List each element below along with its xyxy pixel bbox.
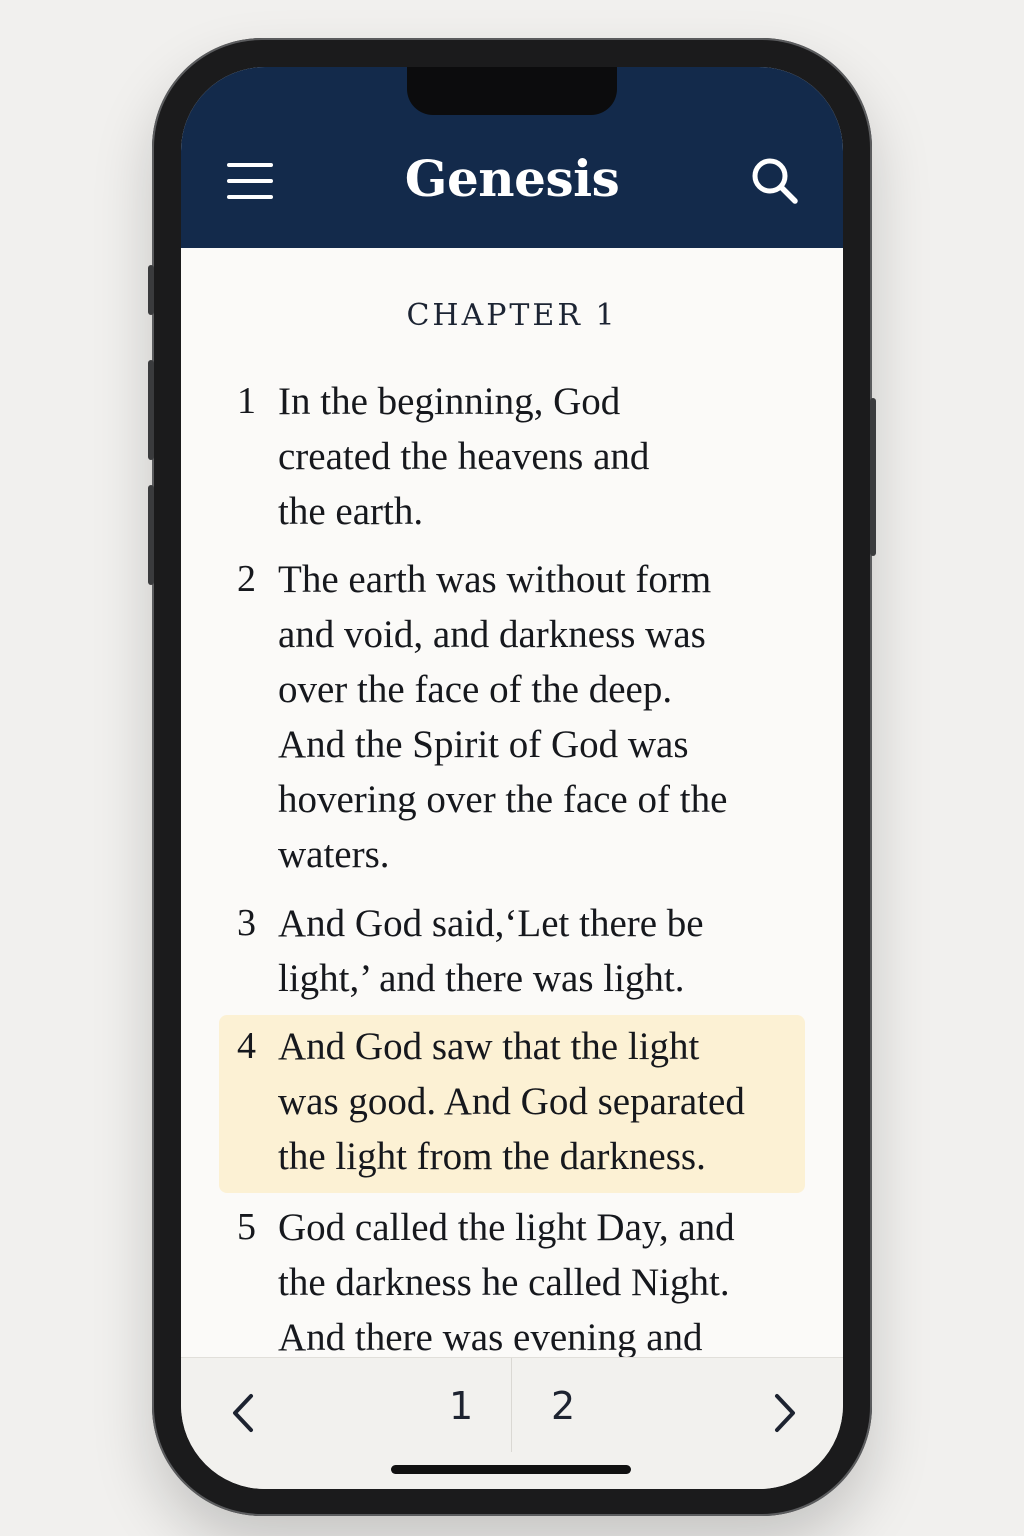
verse-text: And God saw that the light was good. And… <box>278 1025 745 1178</box>
page-divider <box>511 1358 512 1452</box>
book-title: Genesis <box>404 149 620 208</box>
verse-2[interactable]: 2 The earth was without form and void, a… <box>219 552 805 882</box>
verse-5[interactable]: 5 God called the light Day, and the dark… <box>219 1200 805 1357</box>
verse-text: And God said,‘Let there be light,’ and t… <box>278 902 704 1000</box>
verse-number: 4 <box>237 1025 256 1067</box>
page-2-button[interactable]: 2 <box>551 1384 575 1428</box>
verse-text: The earth was without form and void, and… <box>278 558 728 876</box>
app-screen: Genesis CHAPTER 1 1 In the beginning, Go… <box>181 67 843 1489</box>
verse-1[interactable]: 1 In the beginning, God created the heav… <box>219 374 805 539</box>
phone-volume-down-button <box>148 485 154 585</box>
verse-number: 5 <box>237 1206 256 1248</box>
chevron-right-icon[interactable] <box>763 1388 803 1438</box>
search-icon[interactable] <box>749 155 801 207</box>
app-header: Genesis <box>181 67 843 248</box>
verse-text: God called the light Day, and the darkne… <box>278 1206 735 1357</box>
verse-3[interactable]: 3 And God said,‘Let there be light,’ and… <box>219 896 805 1006</box>
verse-text: In the beginning, God created the heaven… <box>278 380 650 533</box>
home-indicator[interactable] <box>391 1465 631 1474</box>
chevron-left-icon[interactable] <box>225 1388 265 1438</box>
verse-number: 3 <box>237 902 256 944</box>
phone-volume-up-button <box>148 360 154 460</box>
page-1-button[interactable]: 1 <box>449 1384 473 1428</box>
phone-power-button <box>870 398 876 556</box>
verse-4-highlighted[interactable]: 4 And God saw that the light was good. A… <box>219 1015 805 1193</box>
verse-number: 2 <box>237 558 256 600</box>
chapter-heading: CHAPTER 1 <box>406 298 618 333</box>
verse-number: 1 <box>237 380 256 422</box>
camera-notch <box>407 67 617 115</box>
phone-side-button <box>148 265 154 315</box>
reading-pane[interactable]: CHAPTER 1 1 In the beginning, God create… <box>181 248 843 1357</box>
